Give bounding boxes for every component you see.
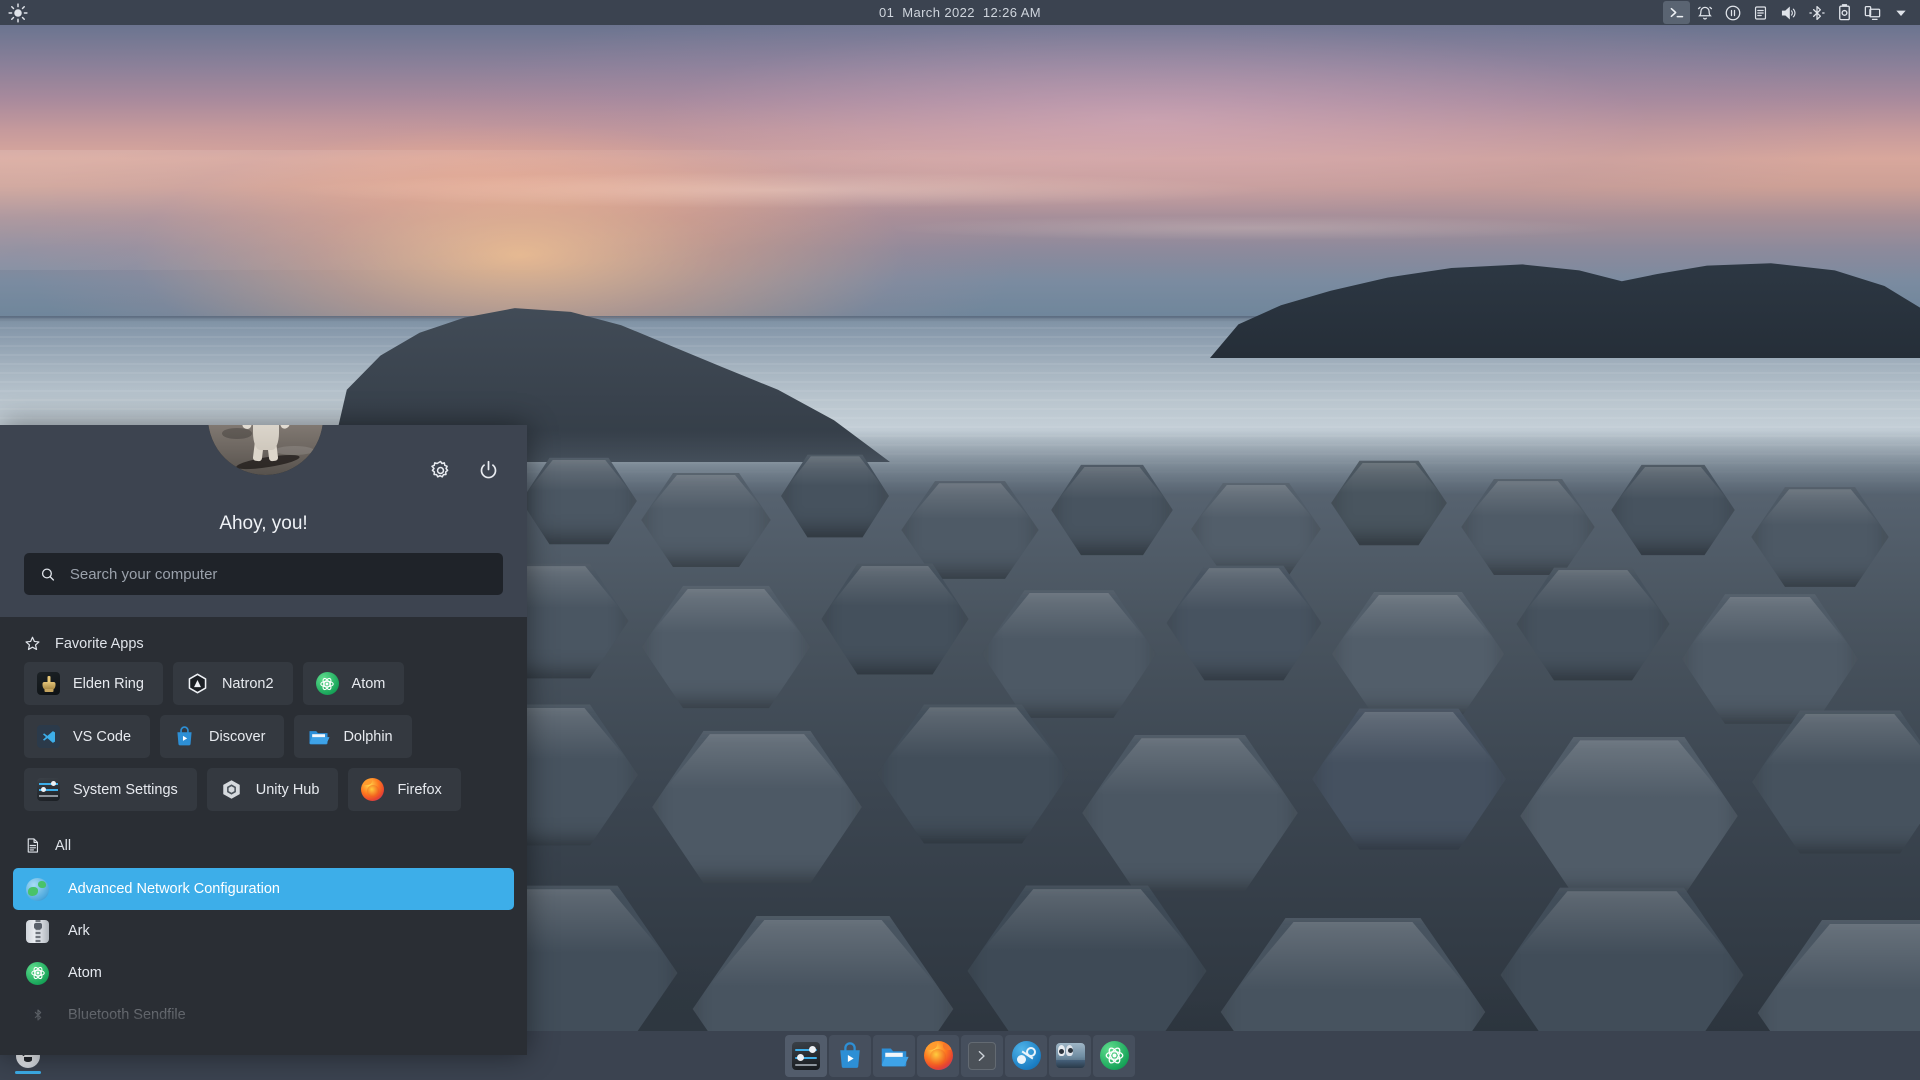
favorite-label: Discover [209,728,266,745]
menu-body: Favorite Apps Elden Ring Natron2 Atom VS… [0,617,527,1055]
clock-widget[interactable]: 01 March 2022 12:26 AM [0,5,1920,20]
favorites-grid: Elden Ring Natron2 Atom VS Code Discover… [0,662,527,811]
list-item-label: Advanced Network Configuration [68,881,280,897]
favorite-label: System Settings [73,781,178,798]
clock-day: 01 [878,5,895,20]
list-item-label: Bluetooth Sendfile [68,1007,186,1023]
favorite-label: Natron2 [221,675,274,692]
vscode-icon [37,725,60,748]
menu-header-actions [427,457,501,483]
bluetooth-icon [26,1003,49,1027]
discover-icon [173,725,196,748]
list-item-label: Atom [68,965,102,981]
chevron-down-icon[interactable] [1887,1,1914,24]
media-pause-icon[interactable] [1719,1,1746,24]
natron2-icon [186,672,209,695]
favorite-label: Unity Hub [255,781,320,798]
favorite-label: Dolphin [343,728,393,745]
atom-icon [1099,1041,1129,1070]
user-greeting: Ahoy, you! [219,513,308,534]
unity-hub-icon [220,778,243,801]
atom-icon [315,672,339,695]
favorite-label: Atom [351,675,386,692]
list-item-ark[interactable]: Ark [13,910,514,952]
system-tray [1663,1,1920,24]
launcher-konsole[interactable] [961,1034,1003,1077]
dolphin-icon [881,1048,909,1066]
bluetooth-icon[interactable] [1803,1,1830,24]
elden-ring-icon [37,672,60,695]
list-item-advanced-network-configuration[interactable]: Advanced Network Configuration [13,868,514,910]
favorites-section-label: Favorite Apps [55,635,144,652]
favorite-system-settings[interactable]: System Settings [24,768,197,811]
taskbar-launchers [785,1034,1135,1077]
firefox-icon [361,778,385,801]
network-globe-icon [26,877,49,901]
favorite-label: Firefox [397,781,442,798]
favorite-label: VS Code [73,728,132,745]
favorite-elden-ring[interactable]: Elden Ring [24,662,163,705]
menu-header: Ahoy, you! [0,425,527,617]
clock-year: 2022 [944,5,975,20]
launcher-discover[interactable] [829,1034,871,1077]
top-panel-left [0,1,31,24]
volume-icon[interactable] [1775,1,1802,24]
all-section-label: All [55,837,72,854]
steam-icon [1011,1041,1041,1070]
clock-time: 12:26 AM [982,5,1042,20]
search-box[interactable] [24,553,503,595]
favorite-dolphin[interactable]: Dolphin [294,715,412,758]
favorite-discover[interactable]: Discover [160,715,285,758]
terminal-icon[interactable] [1663,1,1690,24]
all-apps-list: Advanced Network Configuration Ark Atom … [0,868,527,1036]
top-panel: 01 March 2022 12:26 AM [0,0,1920,25]
display-icon[interactable] [1859,1,1886,24]
favorite-natron2[interactable]: Natron2 [172,662,293,705]
notifications-bell-icon[interactable] [1691,1,1718,24]
clipboard-icon[interactable] [1747,1,1774,24]
firefox-icon [923,1041,953,1070]
all-section-header: All [0,811,527,864]
search-icon [41,567,55,581]
gwenview-icon [1055,1043,1085,1068]
document-icon [27,838,39,853]
atom-icon [26,961,49,985]
list-item-atom[interactable]: Atom [13,952,514,994]
favorite-unity-hub[interactable]: Unity Hub [206,768,339,811]
favorite-vs-code[interactable]: VS Code [24,715,151,758]
clock-month: March [902,5,941,20]
launcher-gwenview[interactable] [1049,1034,1091,1077]
launcher-atom[interactable] [1093,1034,1135,1077]
dolphin-icon [307,725,330,748]
list-item-bluetooth-sendfile[interactable]: Bluetooth Sendfile [13,994,514,1036]
launcher-firefox[interactable] [917,1034,959,1077]
list-item-label: Ark [68,923,90,939]
favorite-firefox[interactable]: Firefox [348,768,461,811]
application-launcher-menu: Ahoy, you! Favorite Apps [0,425,527,1055]
system-settings-icon [792,1041,820,1070]
search-input[interactable] [69,565,487,583]
avatar-suit [252,425,280,450]
launcher-system-settings[interactable] [785,1034,827,1077]
star-icon [25,636,40,651]
favorites-section-header: Favorite Apps [0,617,527,662]
launcher-steam[interactable] [1005,1034,1047,1077]
search-wrapper [24,553,503,595]
favorite-label: Elden Ring [73,675,144,692]
user-avatar[interactable] [208,425,323,475]
battery-icon[interactable] [1831,1,1858,24]
konsole-icon [968,1041,996,1070]
ark-archive-icon [26,919,49,943]
power-button[interactable] [475,457,501,483]
discover-icon [840,1041,860,1068]
launcher-dolphin[interactable] [873,1034,915,1077]
settings-gear-button[interactable] [427,457,453,483]
brightness-sun-icon[interactable] [4,1,31,24]
task-active-indicator [15,1071,41,1074]
favorite-atom[interactable]: Atom [302,662,405,705]
system-settings-icon [37,778,60,801]
